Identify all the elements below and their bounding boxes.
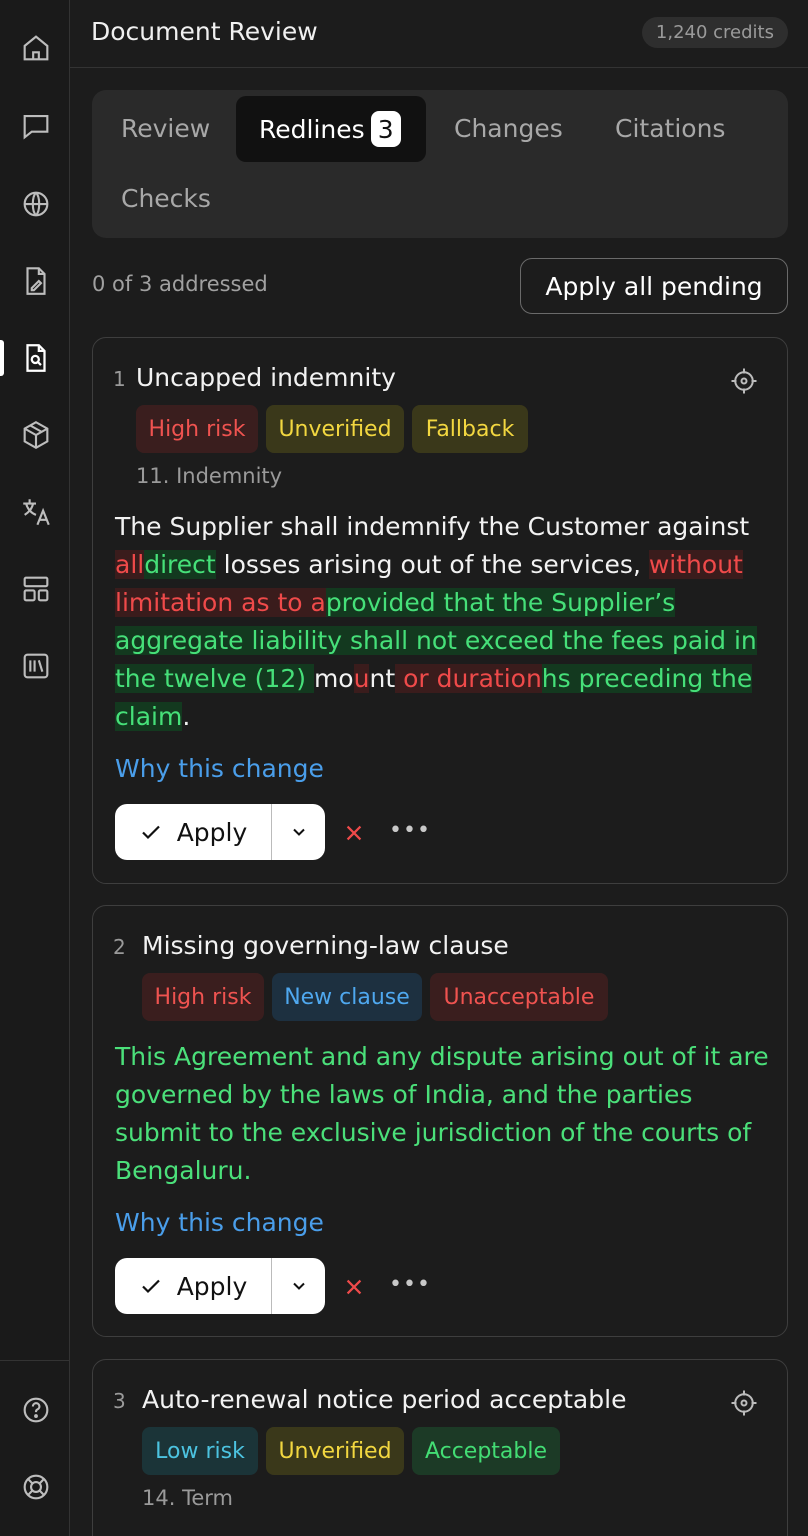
tab-redlines-count-badge: 3 (370, 111, 401, 147)
risk-tag: High risk (142, 973, 264, 1021)
home-icon[interactable] (17, 29, 55, 67)
card-number: 1 (113, 367, 126, 391)
reject-close-icon[interactable] (343, 1276, 365, 1298)
tab-bar: Review Redlines 3 Changes Citations Chec… (92, 90, 788, 238)
tab-review[interactable]: Review (121, 114, 210, 143)
document-edit-icon[interactable] (17, 262, 55, 300)
new-clause-text: This Agreement and any dispute arising o… (115, 1042, 769, 1185)
support-icon[interactable] (17, 1468, 55, 1506)
redline-clause-text: The Supplier shall indemnify the Custome… (115, 508, 775, 736)
document-search-icon[interactable] (17, 339, 55, 377)
position-tag: Fallback (412, 405, 528, 453)
tab-changes[interactable]: Changes (454, 114, 563, 143)
header: Document Review 1,240 credits (70, 0, 808, 68)
redline-card: 2 Missing governing-law clause High risk… (92, 905, 788, 1337)
page-title: Document Review (91, 17, 318, 46)
apply-options-dropdown[interactable] (272, 804, 325, 860)
locate-target-icon[interactable] (729, 366, 759, 396)
change-type-tag: New clause (272, 973, 422, 1021)
apply-label: Apply (176, 817, 248, 847)
tab-checks[interactable]: Checks (121, 184, 211, 213)
clause-segment: mo (313, 664, 354, 693)
apply-split-button: Apply (115, 804, 325, 860)
library-icon[interactable] (17, 647, 55, 685)
inserted-text: direct (144, 550, 216, 579)
credits-badge: 1,240 credits (641, 17, 788, 48)
section-reference: 11. Indemnity (136, 464, 283, 488)
position-tag: Acceptable (412, 1427, 560, 1475)
chat-icon[interactable] (17, 107, 55, 145)
apply-split-button: Apply (115, 1258, 325, 1314)
active-indicator (0, 340, 4, 376)
globe-icon[interactable] (17, 185, 55, 223)
card-number: 2 (113, 935, 126, 959)
section-reference: 14. Term (142, 1486, 233, 1510)
deleted-text: u (353, 664, 370, 693)
why-this-change-link[interactable]: Why this change (115, 1208, 324, 1237)
sidebar-divider (0, 1360, 70, 1361)
tab-redlines-label: Redlines (259, 114, 365, 144)
clause-segment: . (182, 702, 191, 731)
apply-label: Apply (176, 1271, 248, 1301)
sidebar (0, 0, 70, 1536)
clause-segment: The Supplier shall indemnify the Custome… (115, 512, 750, 541)
check-icon (141, 1279, 160, 1294)
clause-segment: losses arising out of the services, (215, 550, 649, 579)
apply-button[interactable]: Apply (115, 804, 272, 860)
addressed-count: 0 of 3 addressed (92, 272, 268, 296)
apply-options-dropdown[interactable] (272, 1258, 325, 1314)
redline-card: 3 Auto-renewal notice period acceptable … (92, 1359, 788, 1536)
card-title: Missing governing-law clause (142, 931, 509, 960)
more-options-icon[interactable]: ••• (389, 818, 431, 843)
redline-card: 1 Uncapped indemnity High risk Unverifie… (92, 337, 788, 884)
tab-redlines[interactable]: Redlines 3 (236, 96, 426, 162)
cube-icon[interactable] (17, 416, 55, 454)
verification-tag: Unverified (266, 1427, 404, 1475)
card-number: 3 (113, 1389, 126, 1413)
card-title: Uncapped indemnity (136, 363, 396, 392)
check-icon (141, 825, 160, 840)
more-options-icon[interactable]: ••• (389, 1272, 431, 1297)
chevron-down-icon (292, 1282, 305, 1290)
tab-citations[interactable]: Citations (615, 114, 725, 143)
translate-icon[interactable] (17, 493, 55, 531)
reject-close-icon[interactable] (343, 822, 365, 844)
verification-tag: Unverified (266, 405, 404, 453)
chevron-down-icon (292, 828, 305, 836)
risk-tag: High risk (136, 405, 258, 453)
position-tag: Unacceptable (430, 973, 608, 1021)
layout-icon[interactable] (17, 570, 55, 608)
locate-target-icon[interactable] (729, 1388, 759, 1418)
card-title: Auto-renewal notice period acceptable (142, 1385, 627, 1414)
apply-button[interactable]: Apply (115, 1258, 272, 1314)
help-icon[interactable] (17, 1391, 55, 1429)
deleted-text: all (115, 550, 145, 579)
deleted-text: or duration (395, 664, 542, 693)
apply-all-pending-button[interactable]: Apply all pending (520, 258, 788, 314)
risk-tag: Low risk (142, 1427, 258, 1475)
why-this-change-link[interactable]: Why this change (115, 754, 324, 783)
clause-segment: nt (369, 664, 396, 693)
